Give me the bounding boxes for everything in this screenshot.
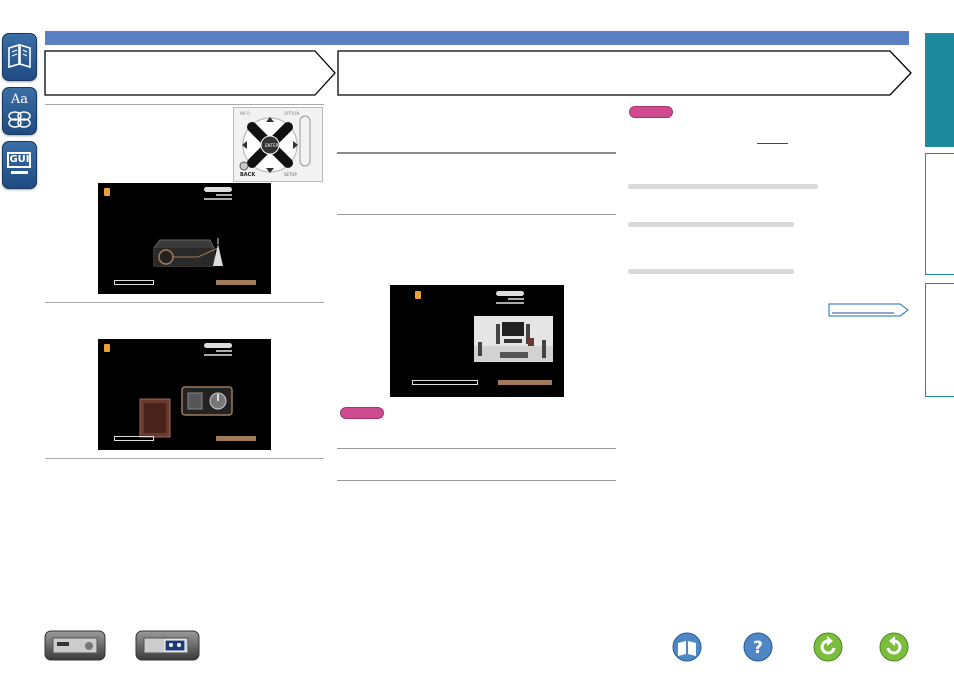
step-header-left [44,50,336,96]
screen-text [204,354,232,356]
divider [337,152,616,154]
screen-text [216,350,232,352]
gui-icon[interactable]: GUI [2,141,37,189]
info-label: INFO [240,111,250,116]
screen-button-highlight [216,436,256,441]
enter-label: ENTER [265,143,279,148]
book-icon [8,43,31,69]
screen-text [508,298,524,300]
gui-screen-receiver [98,183,271,294]
index-icon[interactable]: Aa [2,87,37,135]
page-link-underline[interactable] [757,143,788,144]
index-label: Aa [10,92,29,107]
note-badge [340,407,384,419]
tab-advanced-version[interactable] [925,153,954,275]
setup-label: SETUP [284,172,297,177]
tab-basic-version[interactable] [925,33,954,147]
speaker-icon [104,188,110,196]
speaker-icon [104,344,110,352]
placeholder-bar [628,222,794,227]
screen-button-outline [114,280,154,285]
screen-button-highlight [498,380,552,385]
divider [337,480,616,481]
help-question-icon[interactable]: ? [743,632,773,662]
divider [337,214,616,215]
divider [45,458,324,459]
note-badge [629,106,673,118]
divider [337,448,616,449]
speaker-icon [415,291,421,299]
screen-title-label [204,187,232,192]
receiver-image [153,238,223,267]
gui-screen-speaker-layout [390,285,564,397]
screen-button-outline [412,380,478,385]
placeholder-bar [628,184,818,189]
tab-information[interactable] [925,283,954,397]
forward-arrow-icon[interactable] [879,632,909,662]
screen-title-label [496,291,524,296]
screen-title-label [204,343,232,348]
gui-screen-subwoofer [98,339,271,450]
rear-panel-button[interactable] [135,630,200,661]
section-header-bar [45,31,909,45]
screen-text [496,302,524,304]
screen-button-outline [114,436,154,441]
option-label: OPTION [284,111,300,116]
screen-text [204,198,232,200]
gui-stand [11,171,28,174]
speaker-layout-image [474,316,553,362]
gui-label: GUI [9,154,30,165]
remote-control-image: ENTER BACK SETUP INFO OPTION [233,107,323,182]
reference-link-arrow[interactable] [828,302,910,318]
divider [45,104,324,105]
contents-book-icon[interactable] [2,33,37,81]
step-header-right [337,50,912,96]
chain-icon [8,111,31,128]
help-label: ? [753,638,763,658]
back-arrow-icon[interactable] [813,632,843,662]
screen-text [216,194,232,196]
front-panel-button[interactable] [44,630,106,661]
screen-button-highlight [216,280,256,285]
placeholder-bar [628,269,794,274]
divider [45,302,324,303]
contents-book-nav-icon[interactable] [672,632,702,662]
back-label: BACK [240,172,256,178]
